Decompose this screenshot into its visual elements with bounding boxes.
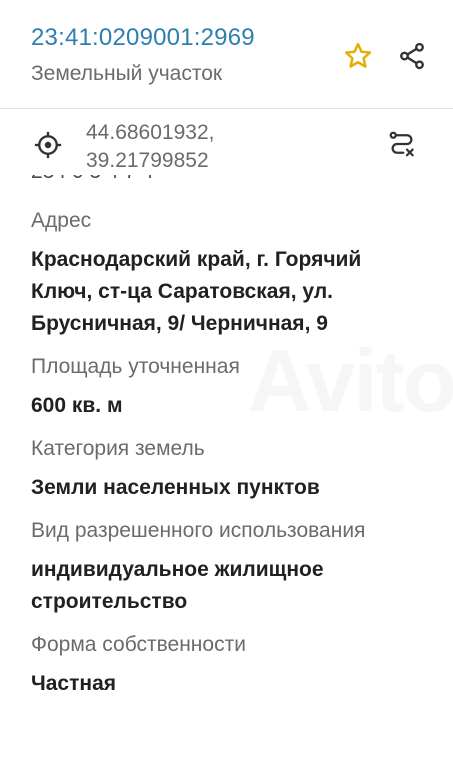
field-value: Краснодарский край, г. Горячий Ключ, ст-… — [31, 248, 362, 335]
crosshair-icon — [34, 131, 62, 159]
field-label: Вид разрешенного использования — [31, 519, 366, 542]
route-button[interactable] — [384, 126, 420, 162]
header-divider — [0, 108, 453, 109]
field-permitted-use: Вид разрешенного использования индивидуа… — [31, 516, 426, 618]
coordinates-text[interactable]: 44.68601932, 39.21799852 — [86, 119, 214, 175]
route-icon — [389, 131, 414, 157]
field-label: Площадь уточненная — [31, 355, 240, 378]
share-button[interactable] — [394, 38, 430, 74]
longitude: 39.21799852 — [86, 149, 209, 172]
header: 23:41:0209001:2969 Земельный участок — [0, 0, 453, 108]
object-type: Земельный участок — [31, 62, 223, 85]
field-ownership: Форма собственности Частная — [31, 630, 426, 700]
coordinates-bar: 44.68601932, 39.21799852 — [0, 113, 453, 175]
field-label: Категория земель — [31, 437, 205, 460]
field-label: Форма собственности — [31, 633, 246, 656]
field-value: 600 кв. м — [31, 394, 123, 417]
details-list: Адрес Краснодарский край, г. Горячий Клю… — [31, 206, 426, 712]
cadastral-number[interactable]: 23:41:0209001:2969 — [31, 24, 255, 52]
field-land-category: Категория земель Земли населенных пункто… — [31, 434, 426, 504]
favorite-button[interactable] — [340, 38, 376, 74]
field-value: Частная — [31, 672, 117, 695]
share-icon — [400, 42, 424, 70]
field-value: индивидуальное жилищное строительство — [31, 558, 324, 613]
locate-button[interactable] — [30, 127, 66, 163]
field-area: Площадь уточненная 600 кв. м — [31, 352, 426, 422]
latitude: 44.68601932, — [86, 121, 215, 144]
star-icon — [344, 42, 372, 68]
field-address: Адрес Краснодарский край, г. Горячий Клю… — [31, 206, 426, 340]
field-label: Адрес — [31, 209, 92, 232]
field-value: Земли населенных пунктов — [31, 476, 320, 499]
